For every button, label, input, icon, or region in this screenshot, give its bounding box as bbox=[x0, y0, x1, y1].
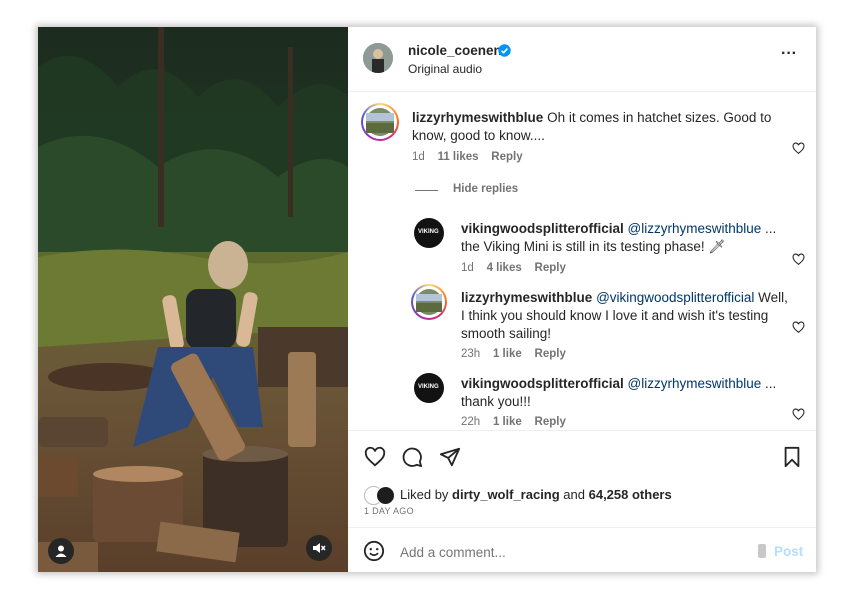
hide-replies-line bbox=[415, 190, 438, 191]
reply-body: ... bbox=[761, 221, 777, 236]
user-icon bbox=[55, 545, 67, 557]
like-comment-heart-icon[interactable] bbox=[792, 142, 805, 155]
liked-by-prefix: Liked by bbox=[400, 487, 453, 502]
liker-avatar bbox=[376, 486, 395, 505]
video-frame bbox=[38, 27, 348, 572]
add-comment-input[interactable] bbox=[398, 540, 732, 564]
reply-username[interactable]: vikingwoodsplitterofficial bbox=[461, 221, 624, 236]
post-dialog: nicole_coenen Original audio ··· lizzyrh… bbox=[38, 27, 816, 572]
reply-meta: 22h 1 like Reply bbox=[461, 416, 566, 428]
reply-username[interactable]: vikingwoodsplitterofficial bbox=[461, 376, 624, 391]
save-bookmark-icon[interactable] bbox=[782, 446, 802, 468]
reply-text: lizzyrhymeswithblue @vikingwoodsplittero… bbox=[461, 289, 791, 343]
reply-likes[interactable]: 1 like bbox=[493, 416, 522, 428]
liked-by-avatars[interactable] bbox=[364, 486, 398, 505]
more-options-icon[interactable]: ··· bbox=[781, 45, 797, 63]
viking-logo-text: VIKING bbox=[418, 384, 439, 390]
like-reply-heart-icon[interactable] bbox=[792, 321, 805, 334]
reply-likes[interactable]: 1 like bbox=[493, 348, 522, 360]
comment-time: 1d bbox=[412, 151, 425, 163]
add-comment-bar: Post bbox=[348, 527, 816, 572]
avatar-image bbox=[366, 108, 394, 136]
hide-replies-button[interactable]: Hide replies bbox=[453, 183, 518, 195]
reply-mention[interactable]: @vikingwoodsplitterofficial bbox=[596, 290, 754, 305]
reply-reply-button[interactable]: Reply bbox=[535, 262, 566, 274]
emoji-icon[interactable] bbox=[363, 540, 385, 562]
share-send-icon[interactable] bbox=[439, 446, 461, 468]
comment-body-line2: know, good to know.... bbox=[412, 128, 545, 143]
liked-by-text: Liked by dirty_wolf_racing and 64,258 ot… bbox=[400, 487, 672, 502]
reply-body-line2: I think you should know I love it and wi… bbox=[461, 308, 769, 323]
tagged-users-button[interactable] bbox=[48, 538, 74, 564]
post-header: nicole_coenen Original audio ··· bbox=[348, 27, 816, 92]
like-reply-heart-icon[interactable] bbox=[792, 408, 805, 421]
reply-avatar-viking[interactable]: VIKING bbox=[414, 373, 444, 403]
reply-likes[interactable]: 4 likes bbox=[487, 262, 522, 274]
liked-by-middle: and bbox=[559, 487, 589, 502]
like-reply-heart-icon[interactable] bbox=[792, 253, 805, 266]
post-actions: Liked by dirty_wolf_racing and 64,258 ot… bbox=[348, 430, 816, 521]
audio-label[interactable]: Original audio bbox=[408, 62, 482, 76]
grammar-handle-icon bbox=[758, 544, 766, 558]
author-avatar-image bbox=[363, 43, 393, 73]
reply-time: 22h bbox=[461, 416, 481, 428]
verified-badge-icon bbox=[498, 44, 511, 57]
comment-likes[interactable]: 11 likes bbox=[438, 151, 479, 163]
reply-body-line2: the Viking Mini is still in its testing … bbox=[461, 239, 726, 254]
reply-avatar-lizzy[interactable] bbox=[411, 284, 447, 320]
comment-body: Oh it comes in hatchet sizes. Good to bbox=[547, 110, 772, 125]
mute-button[interactable] bbox=[306, 535, 332, 561]
reply-time: 1d bbox=[461, 262, 474, 274]
reply-body: Well, bbox=[754, 290, 788, 305]
reply-reply-button[interactable]: Reply bbox=[535, 416, 566, 428]
muted-speaker-icon bbox=[313, 543, 326, 553]
reply-username[interactable]: lizzyrhymeswithblue bbox=[461, 290, 592, 305]
reply-mention[interactable]: @lizzyrhymeswithblue bbox=[628, 376, 762, 391]
reply-avatar-viking[interactable]: VIKING bbox=[414, 218, 444, 248]
post-comment-button[interactable]: Post bbox=[774, 544, 803, 559]
viking-logo-text: VIKING bbox=[418, 229, 439, 235]
reply-meta: 23h 1 like Reply bbox=[461, 348, 566, 360]
reply-body: ... bbox=[761, 376, 777, 391]
reply-meta: 1d 4 likes Reply bbox=[461, 262, 566, 274]
liked-by-user[interactable]: dirty_wolf_racing bbox=[452, 487, 560, 502]
reply-mention[interactable]: @lizzyrhymeswithblue bbox=[628, 221, 762, 236]
comment-username[interactable]: lizzyrhymeswithblue bbox=[412, 110, 543, 125]
post-side-panel: nicole_coenen Original audio ··· lizzyrh… bbox=[348, 27, 816, 572]
author-avatar[interactable] bbox=[363, 43, 393, 73]
comments-list: lizzyrhymeswithblue Oh it comes in hatch… bbox=[348, 92, 816, 430]
author-username[interactable]: nicole_coenen bbox=[408, 43, 502, 58]
likes-count[interactable]: 64,258 others bbox=[589, 487, 672, 502]
avatar-image bbox=[416, 289, 442, 315]
comment-meta: 1d 11 likes Reply bbox=[412, 151, 523, 163]
comment-reply-button[interactable]: Reply bbox=[491, 151, 522, 163]
post-date[interactable]: 1 DAY AGO bbox=[364, 506, 414, 516]
post-video[interactable] bbox=[38, 27, 348, 572]
reply-reply-button[interactable]: Reply bbox=[535, 348, 566, 360]
like-heart-icon[interactable] bbox=[364, 446, 386, 468]
reply-body-line3: smooth sailing! bbox=[461, 326, 552, 341]
reply-body-line2: thank you!!! bbox=[461, 394, 531, 409]
reply-text: vikingwoodsplitterofficial @lizzyrhymesw… bbox=[461, 220, 781, 256]
reply-text: vikingwoodsplitterofficial @lizzyrhymesw… bbox=[461, 375, 781, 411]
commenter-avatar[interactable] bbox=[361, 103, 399, 141]
reply-time: 23h bbox=[461, 348, 481, 360]
comment-text: lizzyrhymeswithblue Oh it comes in hatch… bbox=[412, 109, 772, 145]
comment-icon[interactable] bbox=[401, 446, 423, 468]
